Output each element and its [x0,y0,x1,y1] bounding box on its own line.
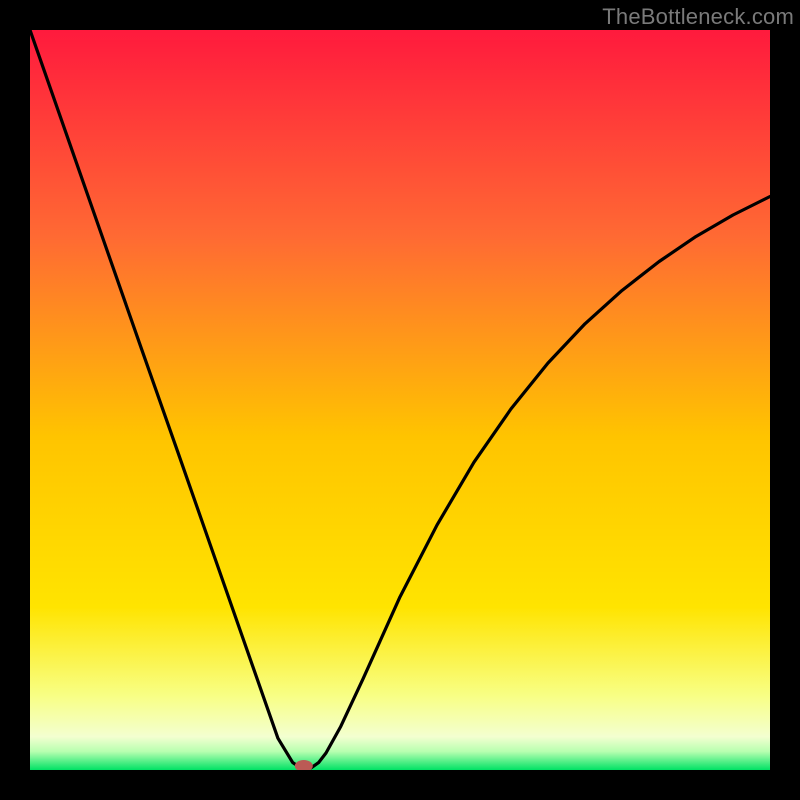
chart-frame: TheBottleneck.com [0,0,800,800]
gradient-bg [30,30,770,770]
watermark-label: TheBottleneck.com [602,4,794,30]
plot-area [30,30,770,770]
chart-svg [30,30,770,770]
